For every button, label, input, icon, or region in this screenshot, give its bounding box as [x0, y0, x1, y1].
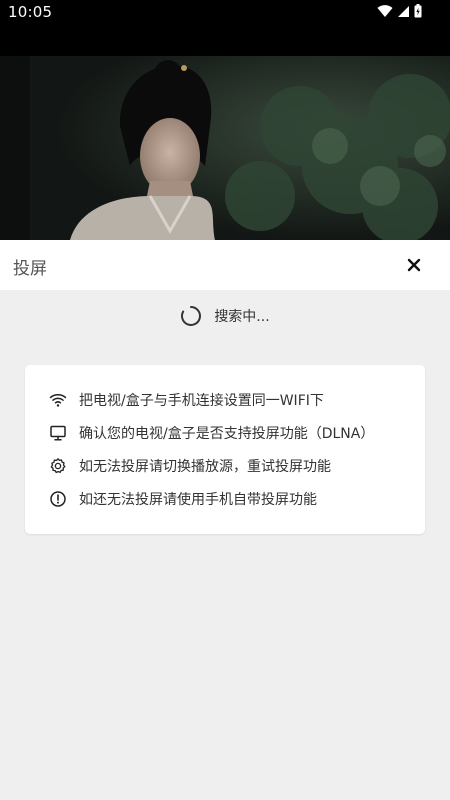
- search-status-text: 搜索中...: [214, 309, 270, 325]
- tips-card: 把电视/盒子与手机连接设置同一WIFI下 确认您的电视/盒子是否支持投屏功能（D…: [25, 365, 425, 534]
- monitor-icon: [50, 425, 66, 441]
- page-title: 投屏: [13, 259, 47, 279]
- signal-icon: [398, 5, 409, 17]
- tip-item: 如还无法投屏请使用手机自带投屏功能: [49, 488, 317, 510]
- close-icon: [407, 258, 421, 272]
- status-bar: 10:05: [0, 0, 450, 56]
- close-button[interactable]: [404, 255, 424, 275]
- info-icon: [50, 491, 66, 507]
- cast-header: 投屏: [0, 240, 450, 290]
- tip-text: 如无法投屏请切换播放源，重试投屏功能: [79, 459, 331, 475]
- tip-item: 确认您的电视/盒子是否支持投屏功能（DLNA）: [49, 422, 374, 444]
- loading-spinner-icon: [181, 306, 202, 326]
- battery-icon: [414, 4, 422, 18]
- tip-text: 如还无法投屏请使用手机自带投屏功能: [79, 492, 317, 508]
- tip-text: 把电视/盒子与手机连接设置同一WIFI下: [79, 393, 324, 409]
- tip-item: 如无法投屏请切换播放源，重试投屏功能: [49, 455, 331, 477]
- video-frame[interactable]: [0, 56, 450, 240]
- status-icons: [377, 4, 422, 18]
- gear-icon: [50, 458, 66, 474]
- tip-text: 确认您的电视/盒子是否支持投屏功能（DLNA）: [79, 426, 375, 442]
- wifi-icon: [49, 393, 67, 407]
- status-time: 10:05: [8, 3, 53, 21]
- search-status: 搜索中...: [0, 302, 450, 330]
- tip-item: 把电视/盒子与手机连接设置同一WIFI下: [49, 389, 324, 411]
- wifi-icon: [377, 5, 393, 18]
